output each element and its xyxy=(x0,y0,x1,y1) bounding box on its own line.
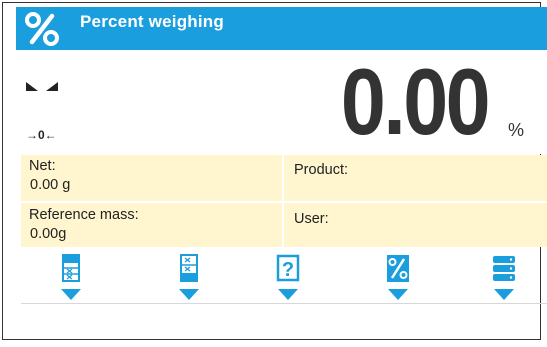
divider xyxy=(21,303,547,304)
sample-quantity-button[interactable] xyxy=(49,254,93,302)
info-panel: Net: 0.00 g Product: Reference mass: 0.0… xyxy=(21,155,547,247)
database-button[interactable] xyxy=(482,254,526,302)
weight-unit: % xyxy=(508,120,525,140)
percent-icon[interactable] xyxy=(24,11,60,47)
button-bar: ? xyxy=(16,250,547,302)
zero-indicator: →0← xyxy=(26,128,57,142)
stable-indicator-icon xyxy=(26,82,58,91)
reference-mass-value: 0.00g xyxy=(30,226,67,242)
weight-reading: 0.00 xyxy=(340,49,491,154)
product-label[interactable]: Product: xyxy=(294,162,348,178)
title-bar: Percent weighing xyxy=(16,7,547,50)
svg-text:?: ? xyxy=(282,259,294,281)
weight-display: →0← 0.00 % xyxy=(16,50,547,154)
percent-mode-icon xyxy=(387,255,409,300)
net-label: Net: xyxy=(29,158,56,174)
percent-mode-button[interactable] xyxy=(376,254,420,302)
help-question-icon: ? xyxy=(276,254,300,300)
reference-sample-button[interactable] xyxy=(167,254,211,302)
help-button[interactable]: ? xyxy=(266,254,310,302)
sample-quantity-icon xyxy=(61,254,81,300)
database-icon xyxy=(493,256,515,300)
reference-mass-label: Reference mass: xyxy=(29,207,139,223)
user-label[interactable]: User: xyxy=(294,211,329,227)
divider xyxy=(21,201,547,203)
net-value: 0.00 g xyxy=(30,177,71,193)
reference-sample-icon xyxy=(179,254,199,300)
mode-title: Percent weighing xyxy=(80,12,224,31)
